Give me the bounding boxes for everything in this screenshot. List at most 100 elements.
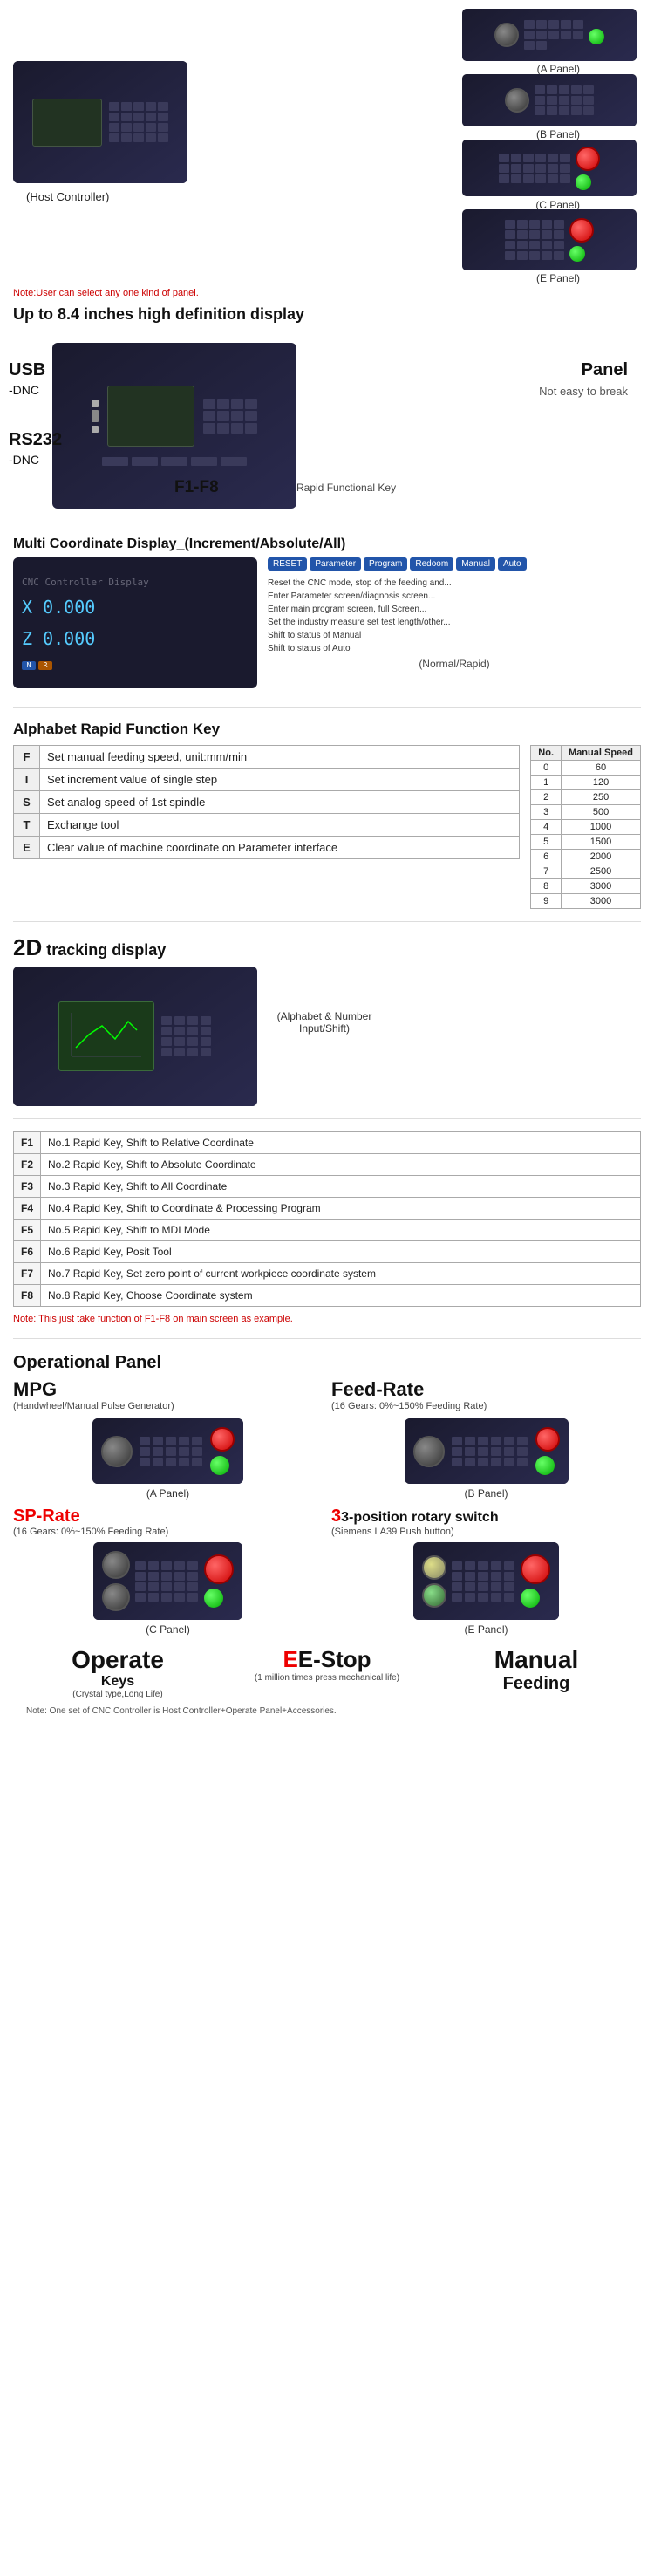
f2-row: F2 No.2 Rapid Key, Shift to Absolute Coo… — [14, 1154, 641, 1176]
f6-key: F6 — [14, 1241, 41, 1263]
speed-val-3: 500 — [562, 805, 641, 820]
feedrate-title-text: Feed-Rate — [331, 1378, 424, 1400]
alpha-desc-e: Clear value of machine coordinate on Par… — [40, 837, 520, 859]
speed-val-7: 2500 — [562, 864, 641, 879]
panel-right-label: Panel — [582, 360, 628, 380]
pos3-title: 33-position rotary switch — [331, 1507, 641, 1527]
alpha-key-s: S — [14, 791, 40, 814]
f1-row: F1 No.1 Rapid Key, Shift to Relative Coo… — [14, 1132, 641, 1154]
speed-val-9: 3000 — [562, 894, 641, 909]
note-user: Note:User can select any one kind of pan… — [0, 286, 654, 300]
f8-key: F8 — [14, 1285, 41, 1307]
parameter-btn: Parameter — [310, 557, 361, 571]
bottom-labels-row: Operate Keys (Crystal type,Long Life) EE… — [13, 1643, 641, 1703]
manual-speed-table: No. Manual Speed 0 60 1 120 2 250 3 50 — [530, 745, 641, 909]
feedrate-feature: Feed-Rate (16 Gears: 0%~150% Feeding Rat… — [331, 1378, 641, 1411]
f8-desc: No.8 Rapid Key, Choose Coordinate system — [41, 1285, 641, 1307]
f6-row: F6 No.6 Rapid Key, Posit Tool — [14, 1241, 641, 1263]
speed-no-9: 9 — [531, 894, 562, 909]
normal-rapid-panel: RESET Parameter Program Redoom Manual Au… — [268, 557, 641, 670]
alpha-key-t: T — [14, 814, 40, 837]
alpha-desc-f: Set manual feeding speed, unit:mm/min — [40, 746, 520, 769]
sprate-feature: SP-Rate (16 Gears: 0%~150% Feeding Rate) — [13, 1507, 323, 1537]
f6-desc: No.6 Rapid Key, Posit Tool — [41, 1241, 641, 1263]
rs232-sub: -DNC — [9, 453, 39, 467]
mpg-title: MPG — [13, 1378, 323, 1401]
panel-e-label: (E Panel) — [536, 272, 580, 284]
alpha-key-f: F — [14, 746, 40, 769]
panel-b-box-label: (B Panel) — [464, 1487, 508, 1500]
mpg-title-text: MPG — [13, 1378, 57, 1400]
f7-desc: No.7 Rapid Key, Set zero point of curren… — [41, 1263, 641, 1285]
mpg-sub: (Handwheel/Manual Pulse Generator) — [13, 1401, 323, 1411]
panel-b-card — [462, 74, 637, 126]
panel-c-box — [93, 1542, 242, 1620]
f4-key: F4 — [14, 1198, 41, 1220]
f1f8-note: Note: This just take function of F1-F8 o… — [13, 1312, 641, 1326]
f8-row: F8 No.8 Rapid Key, Choose Coordinate sys… — [14, 1285, 641, 1307]
speed-no-4: 4 — [531, 820, 562, 835]
sprate-title: SP-Rate — [13, 1507, 323, 1527]
coord-z-value: Z 0.000 — [22, 628, 249, 649]
speed-header-speed: Manual Speed — [562, 746, 641, 761]
speed-no-7: 7 — [531, 864, 562, 879]
top-panels-section: (Host Controller) (A Panel) — [0, 9, 654, 279]
panel-a-box-label: (A Panel) — [146, 1487, 189, 1500]
pos3-number: 3 — [331, 1507, 341, 1526]
f5-row: F5 No.5 Rapid Key, Shift to MDI Mode — [14, 1220, 641, 1241]
reset-btn: RESET — [268, 557, 307, 571]
nr-descriptions: Reset the CNC mode, stop of the feeding … — [268, 577, 641, 655]
panel-b-col: (B Panel) — [331, 1418, 641, 1500]
speed-val-8: 3000 — [562, 879, 641, 894]
tracking-title: 2D tracking display — [13, 934, 641, 961]
f2-desc: No.2 Rapid Key, Shift to Absolute Coordi… — [41, 1154, 641, 1176]
alpha-desc-s: Set analog speed of 1st spindle — [40, 791, 520, 814]
estop-rest: E-Stop — [298, 1646, 371, 1672]
pos3-feature: 33-position rotary switch (Siemens LA39 … — [331, 1507, 641, 1537]
rs232-label: RS232 — [9, 430, 62, 450]
pos3-sub: (Siemens LA39 Push button) — [331, 1527, 641, 1537]
speed-no-2: 2 — [531, 790, 562, 805]
speed-val-2: 250 — [562, 790, 641, 805]
alphabet-number-label: (Alphabet & Number Input/Shift) — [268, 1010, 381, 1035]
speed-no-8: 8 — [531, 879, 562, 894]
coord-x-value: X 0.000 — [22, 597, 249, 618]
speed-row-8: 8 3000 — [531, 879, 641, 894]
manual-lbl: Manual Feeding — [432, 1646, 641, 1694]
pos3-rest: 3-position rotary switch — [341, 1510, 498, 1525]
speed-row-9: 9 3000 — [531, 894, 641, 909]
tracking-row: (Alphabet & Number Input/Shift) — [13, 967, 641, 1106]
coord-display-row: CNC Controller Display X 0.000 Z 0.000 N… — [13, 557, 641, 688]
panel-c-col: (C Panel) — [13, 1542, 323, 1636]
f7-key: F7 — [14, 1263, 41, 1285]
speed-row-3: 3 500 — [531, 805, 641, 820]
speed-val-4: 1000 — [562, 820, 641, 835]
f3-desc: No.3 Rapid Key, Shift to All Coordinate — [41, 1176, 641, 1198]
display-title: Up to 8.4 inches high definition display — [0, 300, 654, 329]
panel-e-box — [413, 1542, 559, 1620]
operate-sub: Keys — [13, 1674, 222, 1690]
alpha-row-f: F Set manual feeding speed, unit:mm/min — [14, 746, 520, 769]
f1f8-label: F1-F8 — [174, 478, 219, 497]
estop-note: (1 million times press mechanical life) — [222, 1673, 432, 1683]
speed-no-1: 1 — [531, 776, 562, 790]
multi-coord-section: Multi Coordinate Display_(Increment/Abso… — [0, 531, 654, 702]
f3-row: F3 No.3 Rapid Key, Shift to All Coordina… — [14, 1176, 641, 1198]
panel-a-label: (A Panel) — [537, 63, 580, 75]
alpha-row-i: I Set increment value of single step — [14, 769, 520, 791]
alpha-key-e: E — [14, 837, 40, 859]
f4-desc: No.4 Rapid Key, Shift to Coordinate & Pr… — [41, 1198, 641, 1220]
speed-no-3: 3 — [531, 805, 562, 820]
f1f8-table: F1 No.1 Rapid Key, Shift to Relative Coo… — [13, 1131, 641, 1307]
speed-row-1: 1 120 — [531, 776, 641, 790]
alpha-row-t: T Exchange tool — [14, 814, 520, 837]
speed-val-5: 1500 — [562, 835, 641, 850]
2d-label: 2D — [13, 934, 42, 960]
speed-val-0: 60 — [562, 761, 641, 776]
alpha-row-e: E Clear value of machine coordinate on P… — [14, 837, 520, 859]
alpha-desc-t: Exchange tool — [40, 814, 520, 837]
f7-row: F7 No.7 Rapid Key, Set zero point of cur… — [14, 1263, 641, 1285]
speed-val-1: 120 — [562, 776, 641, 790]
program-btn: Program — [364, 557, 407, 571]
operate-title: Operate — [13, 1646, 222, 1674]
